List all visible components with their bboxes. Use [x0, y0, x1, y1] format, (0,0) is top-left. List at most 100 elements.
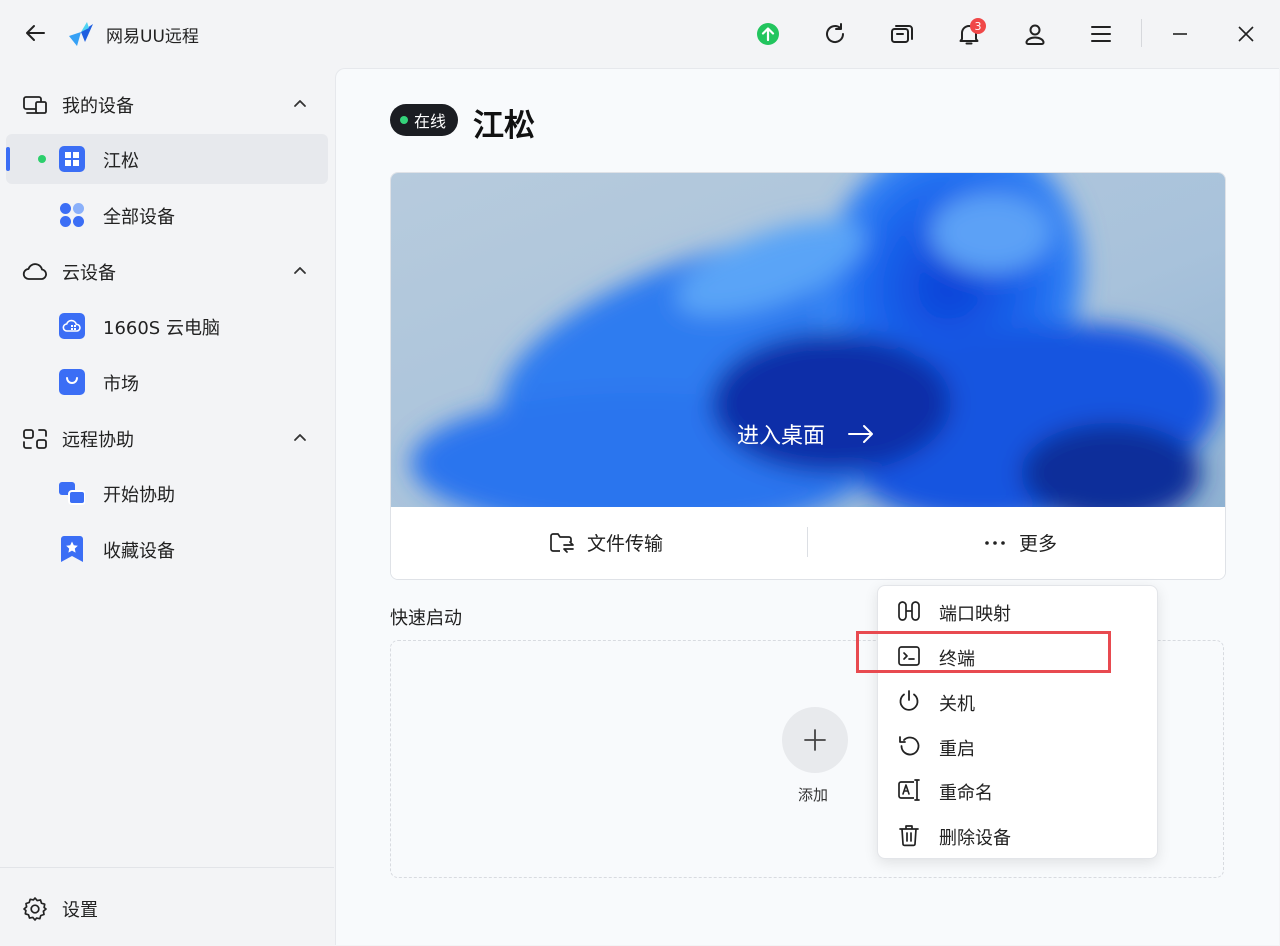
menu-item-rename[interactable]: 重命名 — [878, 768, 1157, 812]
upload-button[interactable] — [755, 21, 781, 47]
add-quick-launch-button[interactable] — [782, 707, 848, 773]
menu-item-delete-device[interactable]: 删除设备 — [878, 813, 1157, 857]
sidebar-item-label: 收藏设备 — [103, 541, 175, 562]
section-label: 云设备 — [62, 263, 116, 284]
cloud-pc-icon — [59, 313, 85, 339]
sidebar-item-label: 开始协助 — [103, 485, 175, 506]
titlebar-divider — [1141, 19, 1142, 47]
folder-transfer-icon — [550, 532, 574, 553]
status-text: 在线 — [414, 112, 447, 131]
arrow-right-icon — [848, 425, 874, 443]
file-transfer-label: 文件传输 — [587, 533, 664, 555]
device-card: 进入桌面 文件传输 更多 — [390, 172, 1226, 580]
online-status-dot — [38, 155, 46, 163]
minimize-button[interactable] — [1167, 21, 1193, 47]
settings-label: 设置 — [62, 900, 98, 921]
menu-item-label: 端口映射 — [939, 604, 1011, 625]
sidebar-divider — [0, 867, 334, 868]
bookmark-star-icon — [61, 536, 83, 562]
uu-logo-icon — [69, 22, 93, 46]
more-dots-icon — [985, 540, 1005, 545]
menu-item-port-mapping[interactable]: 端口映射 — [878, 589, 1157, 633]
arrow-left-icon — [26, 25, 45, 41]
menu-item-shutdown[interactable]: 关机 — [878, 679, 1157, 723]
close-icon — [1238, 26, 1254, 42]
card-actions: 文件传输 更多 — [391, 507, 1225, 579]
shopping-bag-icon — [59, 369, 85, 395]
notification-count-badge: 3 — [970, 18, 986, 34]
action-divider — [807, 527, 808, 557]
terminal-highlight-box — [856, 631, 1111, 673]
chevron-up-icon[interactable] — [292, 263, 308, 277]
plus-icon — [804, 729, 826, 751]
section-label: 我的设备 — [62, 96, 134, 117]
port-mapping-icon — [898, 601, 920, 621]
sidebar-item-market[interactable]: 市场 — [6, 357, 328, 407]
user-icon — [1025, 24, 1045, 45]
sidebar-item-label: 全部设备 — [103, 207, 175, 228]
refresh-icon — [826, 23, 845, 43]
chevron-up-icon[interactable] — [292, 96, 308, 110]
add-label: 添加 — [798, 786, 829, 804]
menu-item-label: 重启 — [939, 739, 975, 760]
file-transfer-button[interactable]: 文件传输 — [549, 529, 663, 556]
menu-item-label: 删除设备 — [939, 828, 1011, 849]
close-button[interactable] — [1233, 21, 1259, 47]
sidebar-item-jiangsong[interactable]: 江松 — [6, 134, 328, 184]
start-assist-icon — [59, 482, 85, 505]
wallpaper-bloom — [391, 173, 1225, 507]
sidebar-item-label: 江松 — [103, 151, 139, 172]
more-button[interactable]: 更多 — [983, 529, 1057, 556]
back-button[interactable] — [22, 20, 48, 46]
windows-icon — [59, 146, 85, 172]
sidebar-item-label: 市场 — [103, 374, 139, 395]
minimize-icon — [1173, 33, 1187, 35]
more-label: 更多 — [1019, 533, 1058, 555]
sidebar: 我的设备 江松 全部设备 云设备 1660S 云电脑 市场 远程协助 开始协助 … — [0, 66, 334, 946]
restart-icon — [899, 736, 920, 756]
power-icon — [899, 690, 919, 711]
app-window: 网易UU远程 3 我的设备 江松 全部设备 云设备 1660S 云电脑 市场 远… — [0, 0, 1280, 946]
account-button[interactable] — [1022, 21, 1048, 47]
multi-window-button[interactable] — [889, 21, 915, 47]
sidebar-item-cloud-pc[interactable]: 1660S 云电脑 — [6, 301, 328, 351]
windows-stack-icon — [891, 25, 913, 43]
menu-button[interactable] — [1088, 21, 1114, 47]
section-label: 远程协助 — [62, 430, 134, 451]
devices-icon — [23, 96, 47, 114]
settings-button[interactable]: 设置 — [22, 896, 98, 922]
desktop-preview[interactable]: 进入桌面 — [391, 173, 1225, 507]
sidebar-item-favorites[interactable]: 收藏设备 — [6, 524, 328, 574]
device-title: 江松 — [473, 108, 535, 144]
upload-arrow-icon — [757, 23, 779, 45]
more-dropdown-menu: 端口映射 终端 关机 重启 重命名 删除设备 — [877, 585, 1158, 859]
quick-launch-title: 快速启动 — [390, 608, 462, 629]
refresh-button[interactable] — [822, 21, 848, 47]
menu-item-label: 重命名 — [939, 783, 993, 804]
online-dot — [400, 116, 408, 124]
title-bar: 网易UU远程 3 — [0, 0, 1280, 66]
sidebar-item-start-assist[interactable]: 开始协助 — [6, 468, 328, 518]
notifications-button[interactable]: 3 — [956, 18, 986, 47]
menu-item-label: 关机 — [939, 694, 975, 715]
menu-item-restart[interactable]: 重启 — [878, 724, 1157, 768]
section-remote-assist[interactable]: 远程协助 — [22, 426, 134, 452]
status-badge: 在线 — [390, 104, 459, 136]
section-cloud-devices[interactable]: 云设备 — [22, 259, 116, 285]
trash-icon — [899, 825, 919, 847]
cloud-icon — [22, 263, 47, 280]
sidebar-item-all-devices[interactable]: 全部设备 — [6, 190, 328, 240]
enter-desktop-label: 进入桌面 — [737, 424, 826, 449]
chevron-up-icon[interactable] — [292, 430, 308, 444]
app-title: 网易UU远程 — [106, 27, 199, 47]
hamburger-menu-icon — [1091, 26, 1111, 42]
rename-icon — [898, 779, 920, 801]
gear-icon — [23, 897, 47, 921]
all-devices-icon — [60, 203, 84, 227]
active-indicator — [6, 147, 10, 171]
remote-assist-icon — [23, 429, 47, 449]
sidebar-item-label: 1660S 云电脑 — [103, 318, 220, 339]
enter-desktop-button[interactable]: 进入桌面 — [737, 418, 875, 450]
app-logo — [67, 20, 95, 48]
section-my-devices[interactable]: 我的设备 — [22, 92, 134, 118]
